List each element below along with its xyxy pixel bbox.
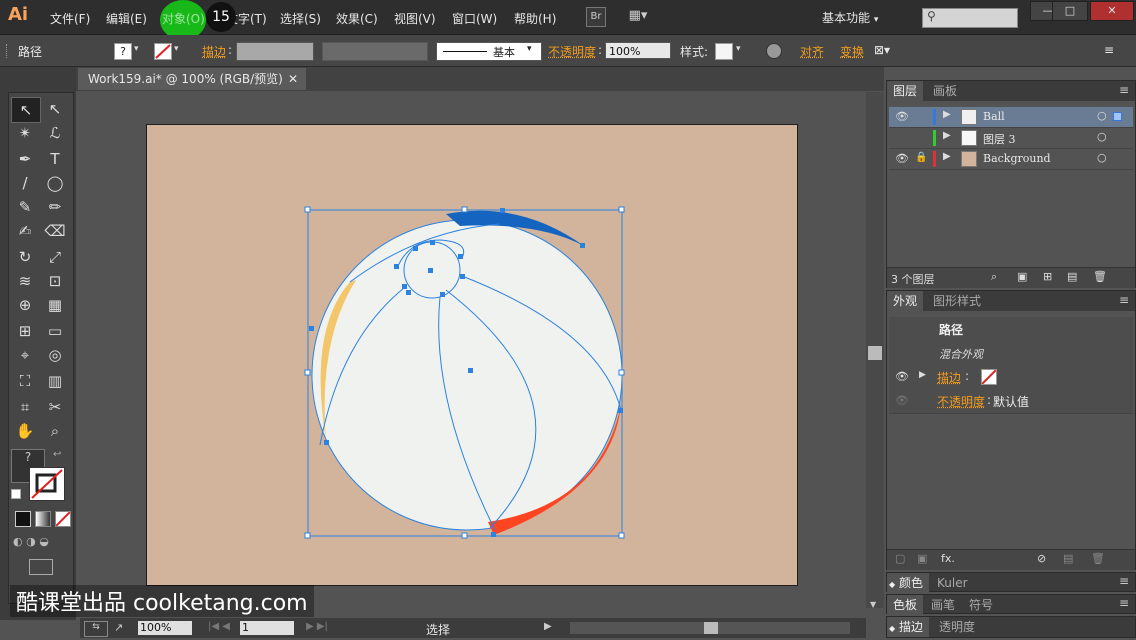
appearance-panel: 外观 图形样式 ≡ 路径 混合外观 👁 ▶ 描边 : 👁 不透明度 : 默认值 …	[886, 290, 1136, 570]
appearance-panel-footer: ▢ ▣ fx. ⊘ ▤ 🗑	[887, 549, 1135, 570]
layer-color-bar	[933, 151, 936, 167]
color-panel-collapsed: ◆ 颜色 Kuler ≡	[886, 572, 1136, 593]
chevron-down-icon[interactable]: ▾	[286, 620, 291, 630]
layer-row-ball[interactable]: 👁 ▶ Ball ○	[889, 107, 1133, 128]
fx-icon[interactable]: fx.	[941, 552, 955, 565]
duplicate-item-icon[interactable]: ▤	[1063, 552, 1073, 565]
layer-name-layer3[interactable]: 图层 3	[983, 131, 1016, 147]
opacity-link[interactable]: 不透明度	[937, 393, 985, 410]
tab-stroke-label: 描边	[898, 620, 923, 634]
selection-indicator[interactable]	[1113, 112, 1122, 121]
expand-icon[interactable]: ▶	[919, 370, 926, 380]
ball-body[interactable]	[311, 219, 623, 531]
appearance-subtitle-row: 混合外观	[889, 341, 1133, 366]
tab-stroke[interactable]: ◆ 描边	[887, 617, 929, 637]
panel-menu-icon[interactable]: ≡	[1119, 83, 1129, 97]
tab-color[interactable]: ◆ 颜色	[887, 573, 929, 593]
tab-swatches[interactable]: 色板	[887, 595, 924, 615]
layer-thumbnail	[961, 130, 977, 146]
tab-layers[interactable]: 图层	[887, 81, 924, 101]
watermark: 酷课堂出品 coolketang.com	[10, 585, 314, 617]
expand-icon[interactable]: ▶	[943, 109, 951, 120]
panel-menu-icon[interactable]: ≡	[1119, 293, 1129, 307]
opacity-default-value: 默认值	[993, 395, 1030, 409]
vertical-scroll-thumb[interactable]	[868, 346, 882, 360]
status-bar: ⇆ ↗ 100% ▾ |◀ ◀ 1 ▾ ▶ ▶| 选择 ▶	[80, 618, 866, 638]
no-stroke-icon	[981, 369, 997, 385]
appearance-opacity-row[interactable]: 👁 不透明度 : 默认值	[889, 389, 1133, 414]
tab-transparency[interactable]: 透明度	[933, 617, 981, 637]
horizontal-scrollbar[interactable]	[570, 622, 850, 634]
last-artboard-icon[interactable]: ▶ ▶|	[306, 621, 328, 632]
appearance-title-row: 路径	[889, 317, 1133, 342]
appearance-stroke-row[interactable]: 👁 ▶ 描边 :	[889, 365, 1133, 390]
chevron-down-icon[interactable]: ▾	[184, 620, 189, 630]
tab-brushes[interactable]: 画笔	[925, 595, 961, 615]
tab-color-label: 颜色	[898, 576, 923, 590]
appearance-panel-tabs: 外观 图形样式 ≡	[887, 291, 1135, 311]
layer-thumbnail	[961, 151, 977, 167]
new-sublayer-icon[interactable]: ⊞	[1043, 270, 1052, 283]
layers-panel-footer: 3 个图层 ⌕ ▣ ⊞ ▤ 🗑	[887, 267, 1135, 288]
layer-color-bar	[933, 130, 936, 146]
clipping-mask-icon[interactable]: ▣	[1017, 270, 1027, 283]
zoom-value: 100%	[140, 621, 172, 634]
target-icon[interactable]: ○	[1097, 130, 1107, 143]
locate-object-icon[interactable]: ⌕	[991, 270, 997, 284]
tab-graphic-styles[interactable]: 图形样式	[927, 291, 987, 311]
expand-icon[interactable]: ▶	[943, 151, 951, 162]
expand-icon[interactable]: ▶	[943, 130, 951, 141]
first-artboard-icon[interactable]: |◀ ◀	[208, 621, 230, 632]
new-layer-icon[interactable]: ▤	[1067, 270, 1077, 283]
layer-count: 3 个图层	[891, 273, 935, 286]
tab-appearance[interactable]: 外观	[887, 291, 924, 311]
layer-row-background[interactable]: 👁 🔒 ▶ Background ○	[889, 149, 1133, 170]
layer-color-bar	[933, 109, 936, 125]
add-stroke-icon[interactable]: ▢	[895, 552, 905, 565]
stroke-link[interactable]: 描边	[937, 369, 961, 386]
eye-icon[interactable]: 👁	[895, 110, 909, 123]
lock-icon[interactable]: 🔒	[915, 152, 927, 163]
swatches-panel-collapsed: 色板 画笔 符号 ≡	[886, 594, 1136, 615]
tab-kuler[interactable]: Kuler	[931, 573, 974, 593]
layers-panel: 图层 画板 ≡ 👁 ▶ Ball ○ ▶ 图层 3 ○ 👁 🔒 ▶ Backgr…	[886, 80, 1136, 288]
eye-icon[interactable]: 👁	[895, 394, 909, 407]
layer-name-background[interactable]: Background	[983, 152, 1051, 165]
status-menu-icon[interactable]: ▶	[544, 621, 552, 632]
eye-icon[interactable]: 👁	[895, 370, 909, 383]
clear-appearance-icon[interactable]: ⊘	[1037, 552, 1046, 565]
add-fill-icon[interactable]: ▣	[917, 552, 927, 565]
beach-ball[interactable]	[309, 208, 623, 537]
panel-menu-icon[interactable]: ≡	[1119, 596, 1129, 610]
appearance-title: 路径	[939, 323, 964, 337]
share-icon[interactable]: ↗	[114, 621, 123, 634]
layer-thumbnail	[961, 109, 977, 125]
target-icon[interactable]: ○	[1097, 151, 1107, 164]
appearance-subtitle: 混合外观	[939, 348, 983, 361]
expand-icon: ◆	[889, 580, 896, 589]
layer-row-layer3[interactable]: ▶ 图层 3 ○	[889, 128, 1133, 149]
tab-artboards[interactable]: 画板	[927, 81, 963, 101]
expand-icon: ◆	[889, 624, 896, 633]
delete-layer-icon[interactable]: 🗑	[1093, 270, 1107, 283]
current-tool-status: 选择	[426, 623, 451, 637]
stroke-swatch[interactable]	[981, 369, 997, 385]
layer-name-ball[interactable]: Ball	[983, 110, 1005, 123]
stroke-colon: :	[965, 369, 970, 383]
horizontal-scroll-thumb[interactable]	[704, 622, 718, 634]
eye-icon[interactable]: 👁	[895, 152, 909, 165]
tab-symbols[interactable]: 符号	[963, 595, 999, 615]
artboard-nav-icon[interactable]: ⇆	[84, 621, 108, 637]
layers-panel-tabs: 图层 画板 ≡	[887, 81, 1135, 101]
page-value: 1	[242, 621, 249, 634]
scroll-down-icon[interactable]: ▼	[870, 600, 876, 609]
opacity-colon: :	[987, 393, 992, 407]
target-icon[interactable]: ○	[1097, 109, 1107, 122]
vertical-scrollbar[interactable]: ▼	[866, 92, 884, 609]
delete-item-icon[interactable]: 🗑	[1091, 552, 1105, 565]
stroke-panel-collapsed: ◆ 描边 透明度	[886, 616, 1136, 638]
panel-menu-icon[interactable]: ≡	[1119, 574, 1129, 588]
